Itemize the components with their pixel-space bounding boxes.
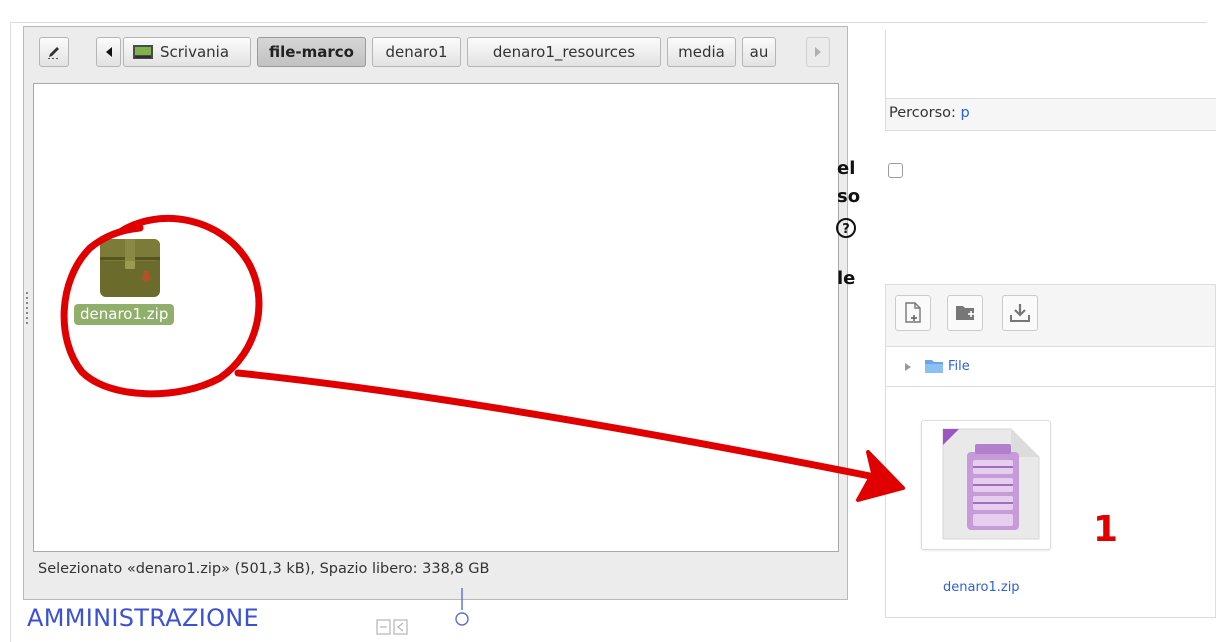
- dock-handle-icon[interactable]: [452, 588, 472, 628]
- crumb-file-marco[interactable]: file-marco: [257, 37, 366, 67]
- file-picker-toolbar: [886, 285, 1215, 347]
- path-row: Percorso: p: [886, 98, 1216, 130]
- scroll-right-button[interactable]: [806, 37, 830, 67]
- file-thumbnail[interactable]: [921, 420, 1051, 550]
- add-file-button[interactable]: [895, 295, 931, 331]
- help-glyph: ?: [842, 222, 850, 237]
- scroll-left-button[interactable]: [96, 37, 121, 67]
- create-folder-icon: [956, 306, 974, 320]
- download-icon: [1010, 304, 1030, 322]
- pane-resize-grip[interactable]: [26, 292, 28, 326]
- path-panel: Percorso: p: [885, 30, 1216, 131]
- file-picker: File denaro1.zip: [885, 284, 1216, 618]
- folder-icon: [925, 360, 943, 373]
- file-item-zip[interactable]: [97, 235, 163, 301]
- crumb-denaro1[interactable]: denaro1: [372, 37, 461, 67]
- path-value[interactable]: p: [961, 105, 970, 121]
- block-controls[interactable]: [376, 614, 432, 636]
- file-picker-filename[interactable]: denaro1.zip: [943, 580, 1020, 595]
- field-label-fragment: so: [837, 186, 861, 207]
- crumb-label: Scrivania: [160, 43, 230, 61]
- field-label-fragment: el: [837, 158, 856, 179]
- option-checkbox[interactable]: [888, 163, 903, 178]
- crumb-desktop[interactable]: Scrivania: [123, 37, 251, 67]
- crumb-label: au: [749, 43, 769, 61]
- crumb-label: denaro1: [385, 43, 448, 61]
- field-label-fragment: le: [837, 268, 856, 289]
- expand-arrow-icon[interactable]: [904, 362, 912, 372]
- help-icon[interactable]: ?: [834, 216, 858, 240]
- admin-heading: AMMINISTRAZIONE: [27, 604, 259, 632]
- file-item-label[interactable]: denaro1.zip: [74, 304, 175, 325]
- add-file-icon: [905, 302, 921, 323]
- crumb-denaro1-resources[interactable]: denaro1_resources: [467, 37, 661, 67]
- zip-archive-icon: [942, 428, 1040, 540]
- location-toolbar: Scrivania file-marco denaro1 denaro1_res…: [24, 27, 847, 83]
- arrow-right-icon: [815, 47, 821, 57]
- desktop-icon: [133, 45, 153, 59]
- edit-location-button[interactable]: [39, 37, 69, 67]
- crumb-label: file-marco: [268, 43, 354, 61]
- annotation-number: 1: [1093, 509, 1119, 550]
- file-picker-path: File: [886, 347, 1215, 387]
- crumb-label: denaro1_resources: [492, 43, 636, 61]
- create-folder-button[interactable]: [947, 295, 983, 331]
- path-label: Percorso:: [889, 105, 956, 121]
- crumb-media[interactable]: media: [667, 37, 736, 67]
- crumb-label: media: [678, 43, 725, 61]
- folder-link[interactable]: File: [948, 359, 970, 374]
- archive-icon: [100, 239, 160, 297]
- crumb-au[interactable]: au: [742, 37, 776, 67]
- status-bar: Selezionato «denaro1.zip» (501,3 kB), Sp…: [38, 561, 490, 577]
- pencil-icon: [48, 47, 59, 59]
- download-button[interactable]: [1002, 295, 1038, 331]
- arrow-left-icon: [105, 47, 112, 57]
